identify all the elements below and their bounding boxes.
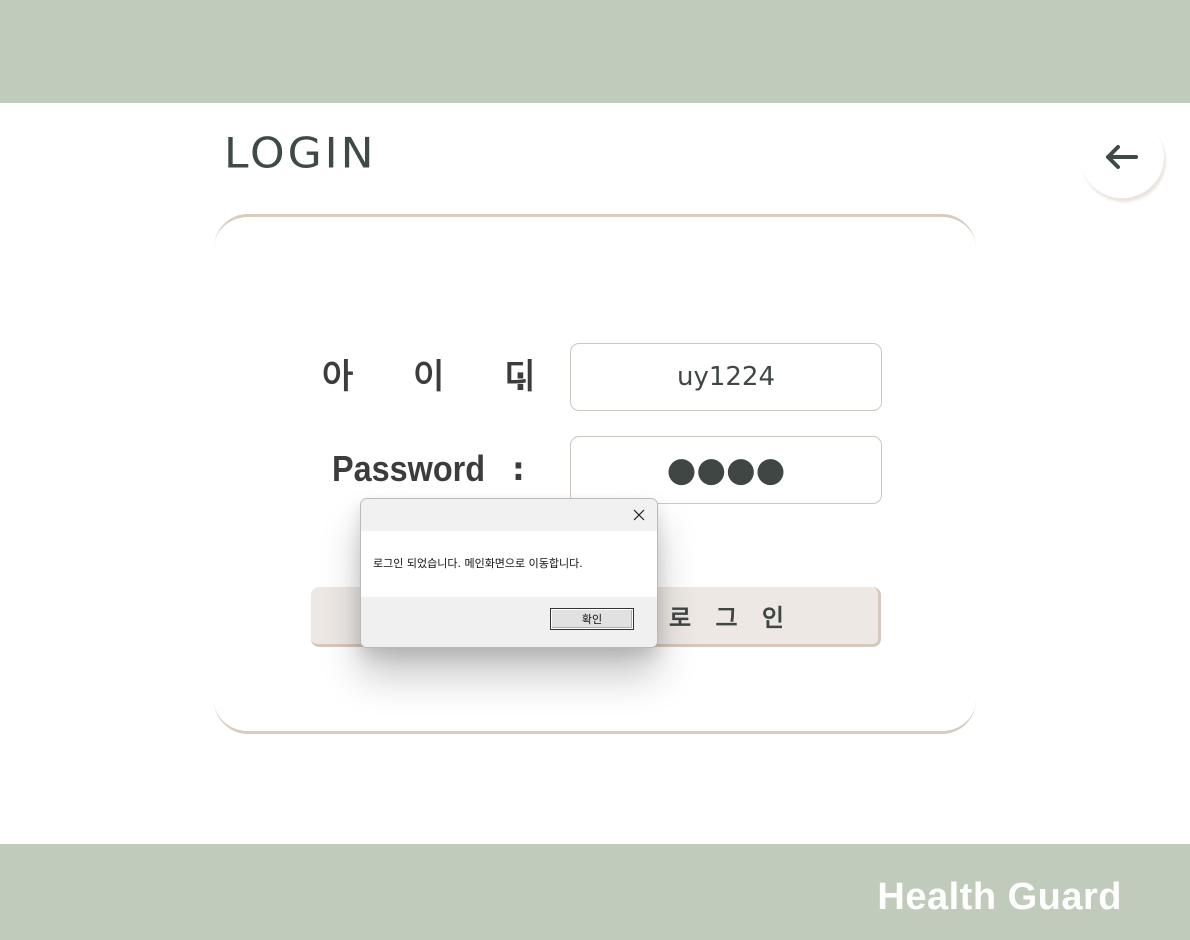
back-button[interactable] xyxy=(1080,116,1164,198)
page-title: LOGIN xyxy=(224,129,377,178)
ok-button[interactable]: 확인 xyxy=(550,608,634,630)
dialog-footer: 확인 xyxy=(361,597,657,647)
arrow-left-icon xyxy=(1104,143,1140,171)
dialog-titlebar xyxy=(361,499,657,531)
top-band xyxy=(0,0,1190,103)
brand-name: Health Guard xyxy=(877,876,1122,918)
dialog-message: 로그인 되었습니다. 메인화면으로 이동합니다. xyxy=(373,557,583,570)
id-input[interactable]: uy1224 xyxy=(570,343,882,411)
password-label: Password xyxy=(332,448,486,489)
password-input[interactable]: ●●●● xyxy=(570,436,882,504)
login-button-label: 로 그 인 xyxy=(669,604,792,632)
dialog-body: 로그인 되었습니다. 메인화면으로 이동합니다. xyxy=(361,531,657,597)
close-icon[interactable] xyxy=(629,505,649,525)
id-colon: : xyxy=(514,360,527,398)
message-dialog: 로그인 되었습니다. 메인화면으로 이동합니다. 확인 xyxy=(360,498,658,648)
password-colon: : xyxy=(512,450,525,488)
